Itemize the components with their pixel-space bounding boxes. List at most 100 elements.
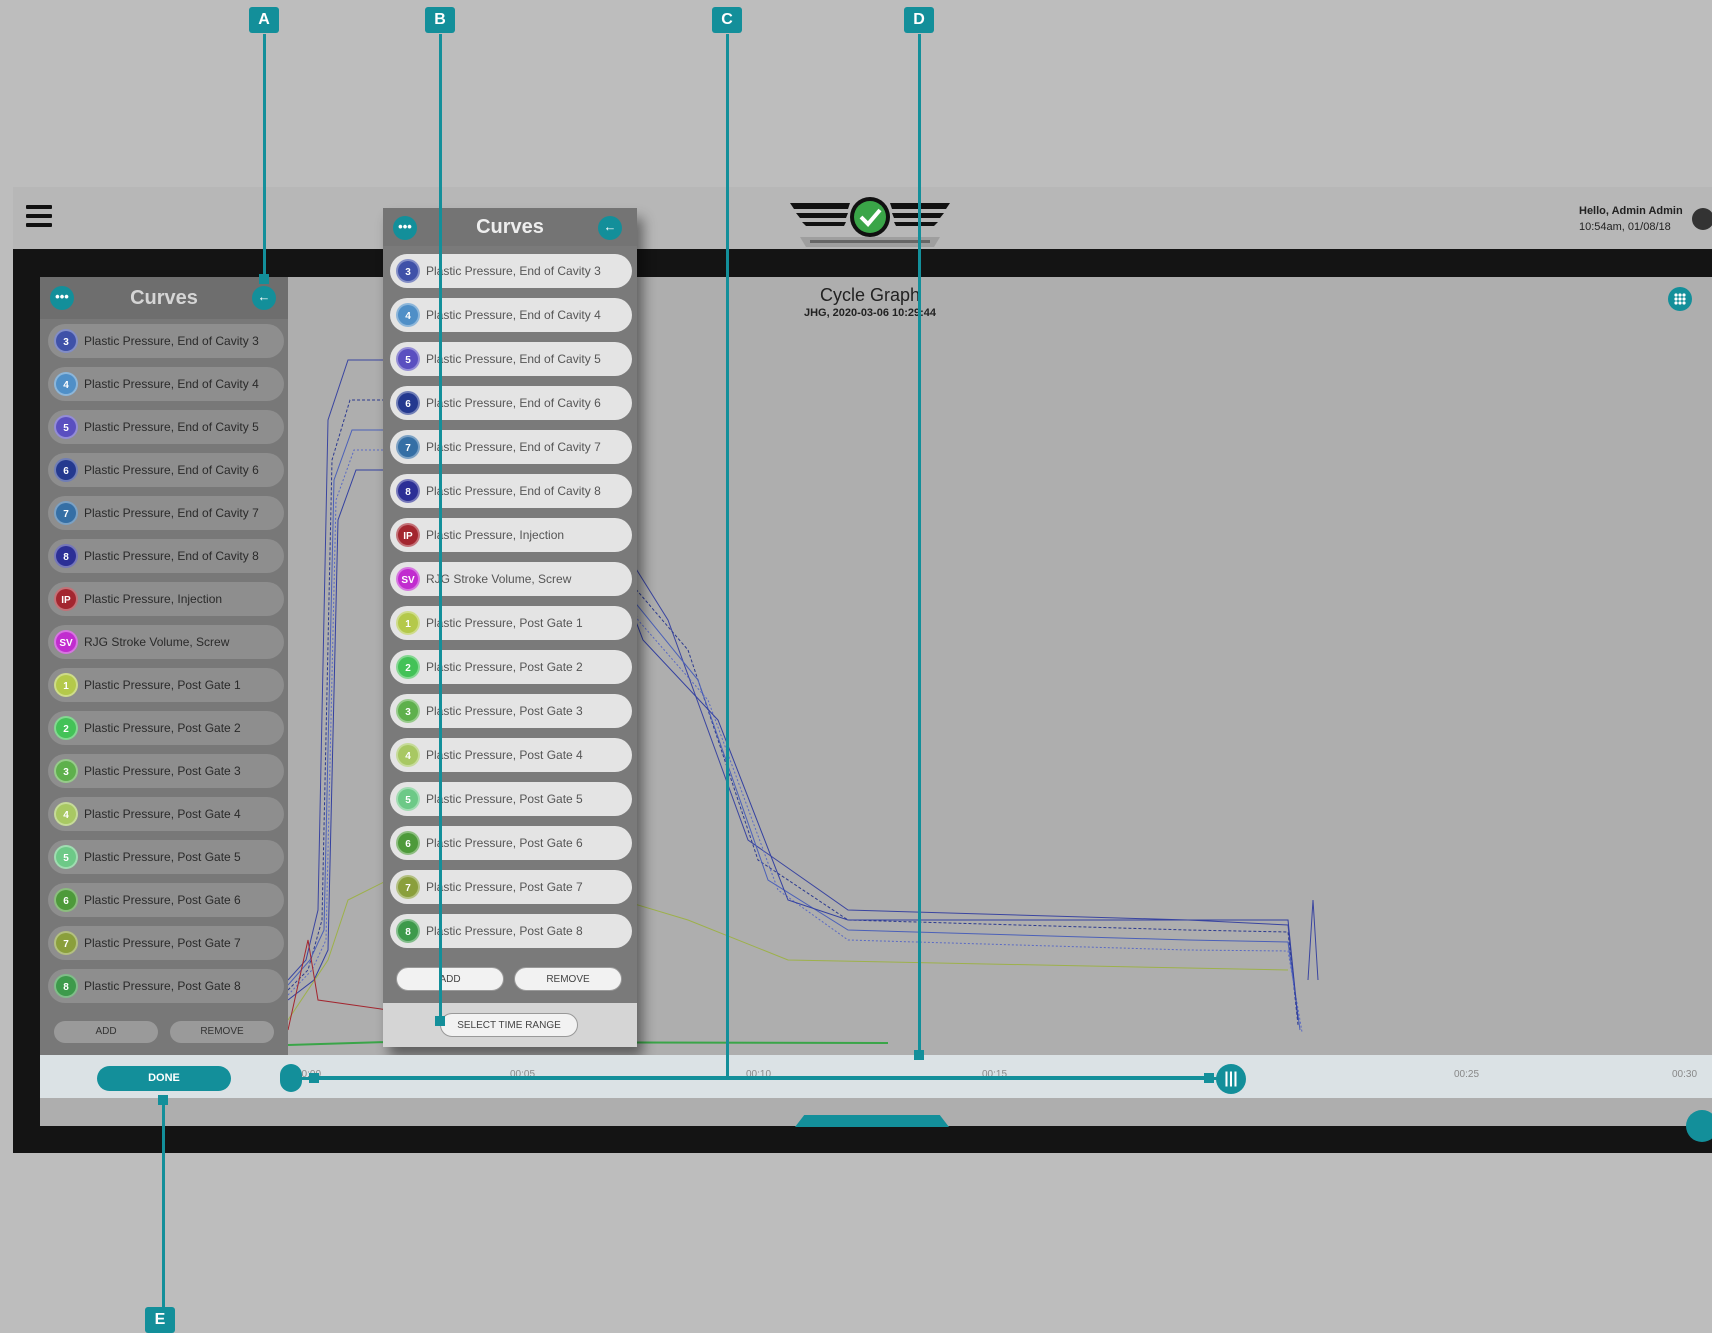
curve-list-item[interactable]: 5 Plastic Pressure, End of Cavity 5 bbox=[390, 342, 632, 376]
curve-list-item[interactable]: SV RJG Stroke Volume, Screw bbox=[390, 562, 632, 596]
curve-badge: 5 bbox=[396, 347, 420, 371]
curve-list-item[interactable]: 5 Plastic Pressure, Post Gate 5 bbox=[48, 840, 284, 874]
curve-badge: 8 bbox=[54, 974, 78, 998]
curve-badge: 3 bbox=[396, 259, 420, 283]
callout-line-c-horizontal bbox=[729, 1076, 1207, 1079]
callout-anchor-c bbox=[1204, 1073, 1214, 1083]
curve-badge: 6 bbox=[396, 831, 420, 855]
curve-label: Plastic Pressure, End of Cavity 6 bbox=[426, 396, 601, 410]
grid-icon[interactable] bbox=[1668, 287, 1692, 311]
curve-list-item[interactable]: 7 Plastic Pressure, End of Cavity 7 bbox=[48, 496, 284, 530]
app-logo bbox=[790, 195, 950, 247]
curve-badge: 2 bbox=[396, 655, 420, 679]
curve-list-item[interactable]: 2 Plastic Pressure, Post Gate 2 bbox=[48, 711, 284, 745]
curve-badge: 4 bbox=[396, 303, 420, 327]
curve-badge: 1 bbox=[396, 611, 420, 635]
callout-line-c bbox=[726, 34, 729, 1079]
curves-popup-header: ••• Curves ← bbox=[383, 208, 637, 246]
user-timestamp: 10:54am, 01/08/18 bbox=[1579, 221, 1671, 233]
curve-badge: 3 bbox=[396, 699, 420, 723]
curve-label: Plastic Pressure, End of Cavity 4 bbox=[426, 308, 601, 322]
callout-line-d bbox=[918, 34, 921, 1057]
callout-anchor-d bbox=[914, 1050, 924, 1060]
time-tick: 00:30 bbox=[1672, 1069, 1698, 1080]
curve-list-item[interactable]: IP Plastic Pressure, Injection bbox=[48, 582, 284, 616]
curve-badge: SV bbox=[54, 630, 78, 654]
remove-curve-button[interactable]: REMOVE bbox=[514, 967, 622, 991]
back-arrow-icon[interactable]: ← bbox=[598, 216, 622, 240]
remove-curve-button[interactable]: REMOVE bbox=[170, 1021, 274, 1043]
add-curve-button[interactable]: ADD bbox=[396, 967, 504, 991]
curve-label: Plastic Pressure, Post Gate 3 bbox=[426, 704, 583, 718]
curve-label: Plastic Pressure, Post Gate 8 bbox=[426, 924, 583, 938]
curve-list-item[interactable]: 8 Plastic Pressure, Post Gate 8 bbox=[48, 969, 284, 1003]
time-tick: 00:25 bbox=[1454, 1069, 1480, 1080]
curve-badge: 5 bbox=[54, 845, 78, 869]
curve-list-item[interactable]: 6 Plastic Pressure, End of Cavity 6 bbox=[48, 453, 284, 487]
curve-badge: 7 bbox=[54, 501, 78, 525]
add-curve-button[interactable]: ADD bbox=[54, 1021, 158, 1043]
curve-list-item[interactable]: 1 Plastic Pressure, Post Gate 1 bbox=[390, 606, 632, 640]
curve-list-item[interactable]: 4 Plastic Pressure, End of Cavity 4 bbox=[390, 298, 632, 332]
callout-line-a bbox=[263, 34, 266, 280]
curve-list-item[interactable]: 3 Plastic Pressure, End of Cavity 3 bbox=[390, 254, 632, 288]
curve-label: Plastic Pressure, Post Gate 7 bbox=[84, 936, 241, 950]
callout-a: A bbox=[249, 7, 279, 33]
curve-list-item[interactable]: 2 Plastic Pressure, Post Gate 2 bbox=[390, 650, 632, 684]
done-button[interactable]: DONE bbox=[97, 1066, 231, 1091]
curve-list-item[interactable]: 8 Plastic Pressure, End of Cavity 8 bbox=[390, 474, 632, 508]
curve-badge: 8 bbox=[396, 919, 420, 943]
curve-label: Plastic Pressure, Post Gate 5 bbox=[426, 792, 583, 806]
callout-line-c-horizontal bbox=[312, 1076, 729, 1079]
curve-list-item[interactable]: 8 Plastic Pressure, Post Gate 8 bbox=[390, 914, 632, 948]
callout-anchor-a bbox=[259, 274, 269, 284]
callout-c: C bbox=[712, 7, 742, 33]
hamburger-menu-icon[interactable] bbox=[26, 205, 52, 227]
curve-label: Plastic Pressure, End of Cavity 3 bbox=[84, 334, 259, 348]
curve-list-item[interactable]: 8 Plastic Pressure, End of Cavity 8 bbox=[48, 539, 284, 573]
select-time-range-button[interactable]: SELECT TIME RANGE bbox=[440, 1013, 578, 1037]
curve-label: Plastic Pressure, End of Cavity 5 bbox=[426, 352, 601, 366]
curve-list-item[interactable]: 4 Plastic Pressure, Post Gate 4 bbox=[48, 797, 284, 831]
curve-list-item[interactable]: 3 Plastic Pressure, Post Gate 3 bbox=[390, 694, 632, 728]
curve-badge: 1 bbox=[54, 673, 78, 697]
curve-list-item[interactable]: 6 Plastic Pressure, Post Gate 6 bbox=[48, 883, 284, 917]
curve-label: Plastic Pressure, End of Cavity 8 bbox=[84, 549, 259, 563]
curve-label: Plastic Pressure, Post Gate 2 bbox=[84, 721, 241, 735]
curve-list-item[interactable]: 5 Plastic Pressure, End of Cavity 5 bbox=[48, 410, 284, 444]
curve-list-item[interactable]: 6 Plastic Pressure, Post Gate 6 bbox=[390, 826, 632, 860]
curve-badge: 5 bbox=[396, 787, 420, 811]
curve-list-item[interactable]: 4 Plastic Pressure, Post Gate 4 bbox=[390, 738, 632, 772]
curve-label: Plastic Pressure, End of Cavity 7 bbox=[426, 440, 601, 454]
back-arrow-icon[interactable]: ← bbox=[252, 286, 276, 310]
curve-badge: 4 bbox=[396, 743, 420, 767]
curve-list-item[interactable]: 7 Plastic Pressure, End of Cavity 7 bbox=[390, 430, 632, 464]
range-start-handle[interactable] bbox=[280, 1064, 302, 1092]
curve-badge: 6 bbox=[54, 888, 78, 912]
curve-list-item[interactable]: 4 Plastic Pressure, End of Cavity 4 bbox=[48, 367, 284, 401]
curve-badge: 7 bbox=[54, 931, 78, 955]
pull-tab-handle[interactable] bbox=[795, 1115, 949, 1127]
curve-label: Plastic Pressure, Post Gate 1 bbox=[426, 616, 583, 630]
curve-list-item[interactable]: 3 Plastic Pressure, End of Cavity 3 bbox=[48, 324, 284, 358]
curve-label: Plastic Pressure, Post Gate 5 bbox=[84, 850, 241, 864]
curve-list-item[interactable]: IP Plastic Pressure, Injection bbox=[390, 518, 632, 552]
callout-anchor-b bbox=[435, 1016, 445, 1026]
chart-subtitle: JHG, 2020-03-06 10:29:44 bbox=[803, 307, 937, 319]
curve-list-item[interactable]: 3 Plastic Pressure, Post Gate 3 bbox=[48, 754, 284, 788]
curve-list-item[interactable]: 6 Plastic Pressure, End of Cavity 6 bbox=[390, 386, 632, 420]
range-end-handle[interactable]: ||| bbox=[1216, 1064, 1246, 1094]
curve-badge: IP bbox=[54, 587, 78, 611]
curve-label: RJG Stroke Volume, Screw bbox=[426, 572, 572, 586]
fullscreen-icon[interactable] bbox=[1686, 1110, 1712, 1142]
callout-anchor-c bbox=[309, 1073, 319, 1083]
curve-list-item[interactable]: 5 Plastic Pressure, Post Gate 5 bbox=[390, 782, 632, 816]
callout-e: E bbox=[145, 1307, 175, 1333]
curve-list-item[interactable]: 1 Plastic Pressure, Post Gate 1 bbox=[48, 668, 284, 702]
account-icon[interactable] bbox=[1692, 208, 1712, 230]
curve-list-item[interactable]: SV RJG Stroke Volume, Screw bbox=[48, 625, 284, 659]
curve-label: Plastic Pressure, Post Gate 6 bbox=[426, 836, 583, 850]
curve-badge: 5 bbox=[54, 415, 78, 439]
curve-list-item[interactable]: 7 Plastic Pressure, Post Gate 7 bbox=[390, 870, 632, 904]
curve-list-item[interactable]: 7 Plastic Pressure, Post Gate 7 bbox=[48, 926, 284, 960]
